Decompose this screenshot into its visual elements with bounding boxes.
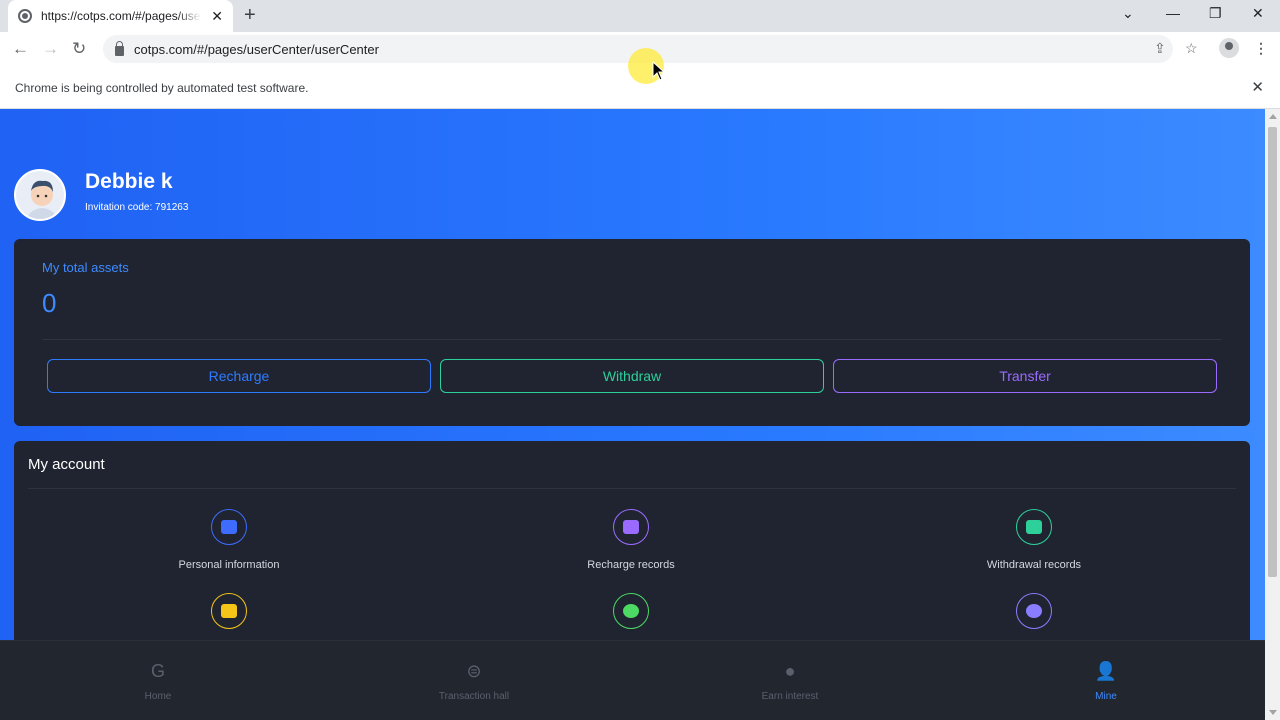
- reload-icon[interactable]: ↻: [72, 39, 86, 59]
- total-assets-amount: 0: [42, 288, 57, 318]
- share-icon[interactable]: ⇪: [1154, 40, 1166, 57]
- browser-tabbar: https://cotps.com/#/pages/userCenter/use…: [0, 0, 1280, 32]
- bottom-navigation: G Home ⊜ Transaction hall ● Earn interes…: [0, 640, 1265, 720]
- bill-item[interactable]: [109, 593, 349, 629]
- window-close-icon[interactable]: ✕: [1252, 5, 1264, 22]
- user-icon: 👤: [1094, 661, 1118, 681]
- user-center-page: Debbie k Invitation code: 791263 My tota…: [0, 109, 1265, 720]
- bookmark-star-icon[interactable]: ☆: [1185, 40, 1198, 57]
- infobar-message: Chrome is being controlled by automated …: [15, 81, 309, 95]
- nav-label: Transaction hall: [438, 691, 510, 702]
- page-scrollbar[interactable]: [1265, 109, 1280, 720]
- infobar-close-icon[interactable]: ✕: [1251, 78, 1264, 96]
- earn-icon: ●: [784, 661, 796, 681]
- item-label: Withdrawal records: [986, 559, 1082, 571]
- divider: [28, 488, 1236, 489]
- team-icon: [1016, 593, 1052, 629]
- id-card-icon: [211, 509, 247, 545]
- total-assets-card: My total assets 0 Recharge Withdraw Tran…: [14, 239, 1250, 426]
- tab-search-icon[interactable]: ⌄: [1122, 5, 1134, 22]
- bill-icon: [211, 593, 247, 629]
- transfer-button[interactable]: Transfer: [833, 359, 1217, 393]
- nav-home[interactable]: G Home: [78, 661, 238, 702]
- withdraw-button[interactable]: Withdraw: [440, 359, 824, 393]
- recharge-records-item[interactable]: Recharge records: [511, 509, 751, 571]
- nav-transaction-hall[interactable]: ⊜ Transaction hall: [394, 661, 554, 702]
- invitation-code: Invitation code: 791263: [85, 202, 189, 213]
- back-icon[interactable]: ←: [12, 39, 29, 59]
- scroll-down-icon[interactable]: [1269, 710, 1277, 715]
- forward-icon[interactable]: →: [42, 39, 59, 59]
- personal-information-item[interactable]: Personal information: [109, 509, 349, 571]
- tab-title: https://cotps.com/#/pages/userCenter/use…: [41, 9, 201, 23]
- divider: [42, 339, 1222, 340]
- menu-kebab-icon[interactable]: ⋮: [1254, 40, 1268, 57]
- globe-icon: [18, 9, 32, 23]
- user-check-icon: [613, 593, 649, 629]
- calendar-icon: [1016, 509, 1052, 545]
- wallet-icon: [613, 509, 649, 545]
- user-check-item[interactable]: [511, 593, 751, 629]
- avatar: [14, 169, 66, 221]
- scroll-up-icon[interactable]: [1269, 114, 1277, 119]
- lock-icon[interactable]: [115, 40, 124, 56]
- nav-label: Home: [144, 691, 172, 702]
- browser-tab[interactable]: https://cotps.com/#/pages/userCenter/use…: [8, 0, 233, 32]
- tab-close-icon[interactable]: ✕: [211, 8, 223, 25]
- item-label: Personal information: [178, 559, 280, 571]
- home-icon: G: [150, 661, 165, 681]
- nav-label: Earn interest: [761, 691, 819, 702]
- minimize-icon[interactable]: —: [1166, 5, 1180, 21]
- profile-icon[interactable]: [1219, 38, 1239, 58]
- nav-label: Mine: [1095, 691, 1117, 702]
- nav-earn-interest[interactable]: ● Earn interest: [710, 661, 870, 702]
- team-item[interactable]: [914, 593, 1154, 629]
- my-account-title: My account: [28, 456, 105, 473]
- nav-mine[interactable]: 👤 Mine: [1026, 661, 1186, 702]
- exchange-icon: ⊜: [466, 661, 482, 681]
- url-text[interactable]: cotps.com/#/pages/userCenter/userCenter: [134, 42, 379, 57]
- user-name: Debbie k: [85, 170, 173, 193]
- recharge-button[interactable]: Recharge: [47, 359, 431, 393]
- restore-icon[interactable]: ❐: [1209, 5, 1222, 22]
- withdrawal-records-item[interactable]: Withdrawal records: [914, 509, 1154, 571]
- new-tab-icon[interactable]: +: [244, 4, 256, 27]
- item-label: Recharge records: [587, 559, 675, 571]
- total-assets-label: My total assets: [42, 260, 129, 275]
- scrollbar-thumb[interactable]: [1268, 127, 1277, 577]
